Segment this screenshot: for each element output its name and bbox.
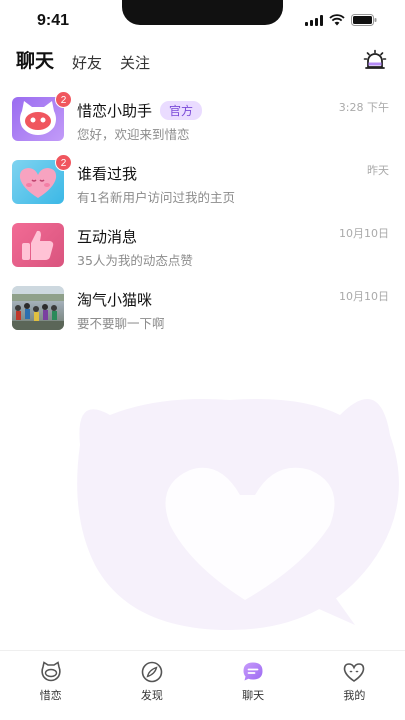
status-time: 9:41 xyxy=(37,12,70,29)
chat-item-user[interactable]: 淘气小猫咪 要不要聊一下啊 10月10日 xyxy=(0,281,405,344)
chat-item-interactions[interactable]: 互动消息 35人为我的动态点赞 10月10日 xyxy=(0,218,405,281)
unread-badge: 2 xyxy=(55,154,72,171)
chat-name: 谁看过我 xyxy=(77,165,138,183)
avatar: 2 xyxy=(12,154,72,204)
top-tabs: 聊天 好友 关注 xyxy=(16,46,150,75)
chat-name-row: 互动消息 xyxy=(77,226,137,247)
tab-friends[interactable]: 好友 xyxy=(72,52,102,73)
chat-name-row: 淘气小猫咪 xyxy=(77,289,152,310)
chat-preview: 35人为我的动态点赞 xyxy=(77,253,193,268)
signal-icon xyxy=(305,14,323,26)
avatar xyxy=(12,286,64,330)
chat-preview: 要不要聊一下啊 xyxy=(77,316,165,331)
nav-label: 我的 xyxy=(343,689,366,702)
bottom-nav: 惜恋 发现 聊天 我的 xyxy=(0,650,405,720)
chat-name: 互动消息 xyxy=(77,228,138,246)
chat-time: 10月10日 xyxy=(339,290,389,303)
background-cat-heart-watermark xyxy=(77,399,399,630)
status-bar: 9:41 xyxy=(0,0,405,44)
chat-bubble-icon xyxy=(243,662,263,681)
status-icons xyxy=(305,14,377,26)
heart-face-icon xyxy=(344,663,365,682)
tab-friends-label: 好友 xyxy=(72,54,103,72)
thumbs-up-icon xyxy=(22,230,54,260)
chat-preview: 您好，欢迎来到惜恋 xyxy=(77,127,190,142)
nav-item-me[interactable]: 我的 xyxy=(304,651,405,720)
compass-icon xyxy=(141,661,163,683)
device-notch xyxy=(122,0,283,25)
tab-following-label: 关注 xyxy=(120,54,151,72)
nav-label: 发现 xyxy=(140,689,163,702)
avatar xyxy=(12,223,64,267)
chat-item-assistant[interactable]: 2 惜恋小助手 官方 您好，欢迎来到惜恋 3:28 下午 xyxy=(0,91,405,155)
cat-face-icon xyxy=(40,661,61,682)
tab-following[interactable]: 关注 xyxy=(120,52,150,73)
nav-item-discover[interactable]: 发现 xyxy=(101,651,202,720)
avatar: 2 xyxy=(12,91,72,141)
chat-time: 10月10日 xyxy=(339,227,389,240)
alarm-button[interactable] xyxy=(363,48,387,72)
chat-preview: 有1名新用户访问过我的主页 xyxy=(77,190,235,205)
crowd-photo-icon xyxy=(12,286,64,330)
chat-name-row: 惜恋小助手 官方 xyxy=(77,100,203,121)
unread-badge: 2 xyxy=(55,91,72,108)
nav-label: 惜恋 xyxy=(39,689,62,702)
chat-name: 惜恋小助手 xyxy=(77,102,153,120)
chat-time: 3:28 下午 xyxy=(338,101,389,114)
tab-chat-label: 聊天 xyxy=(16,50,55,72)
battery-icon xyxy=(351,14,377,26)
chat-item-visitors[interactable]: 2 谁看过我 有1名新用户访问过我的主页 昨天 xyxy=(0,154,405,218)
chat-time: 昨天 xyxy=(367,164,389,177)
chat-list: 2 惜恋小助手 官方 您好，欢迎来到惜恋 3:28 下午 2 谁看过我 有1名新… xyxy=(0,91,405,344)
chat-name-row: 谁看过我 xyxy=(77,163,137,184)
chat-name: 淘气小猫咪 xyxy=(77,291,153,309)
official-tag: 官方 xyxy=(160,101,203,120)
tab-chat[interactable]: 聊天 xyxy=(16,46,60,75)
alarm-icon xyxy=(363,49,387,69)
wifi-icon xyxy=(329,14,345,26)
nav-item-chat[interactable]: 聊天 xyxy=(203,651,304,720)
nav-item-xilian[interactable]: 惜恋 xyxy=(0,651,101,720)
nav-label: 聊天 xyxy=(242,689,265,702)
